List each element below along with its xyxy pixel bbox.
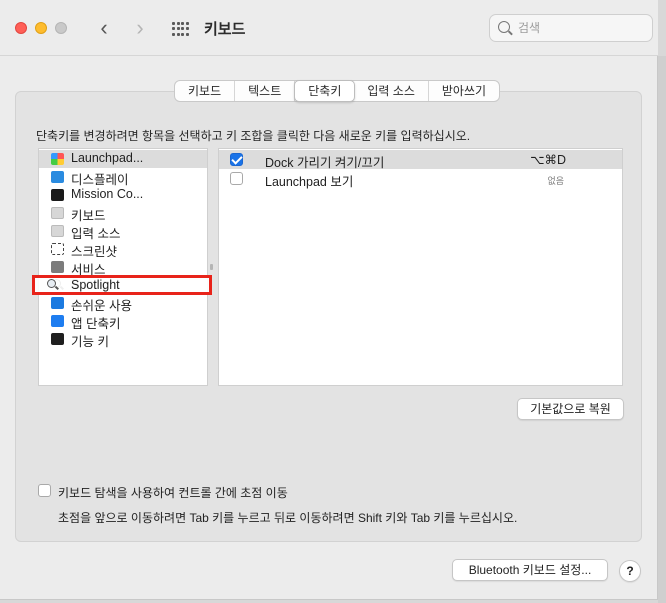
category-function-keys[interactable]: 기능 키 bbox=[39, 330, 207, 349]
spotlight-highlight-box: Spotlight bbox=[32, 275, 212, 295]
category-input-sources[interactable]: 입력 소스 bbox=[39, 222, 207, 241]
category-keyboard[interactable]: 키보드 bbox=[39, 204, 207, 223]
keyboard-navigation-description: 초점을 앞으로 이동하려면 Tab 키를 누르고 뒤로 이동하려면 Shift … bbox=[58, 511, 518, 525]
preferences-window: ‹ › 키보드 키보드 텍스트 단축키 입력 소스 받아쓰기 단축키를 변경하려… bbox=[0, 0, 658, 600]
shortcut-checkbox[interactable] bbox=[230, 153, 243, 166]
window-title: 키보드 bbox=[204, 21, 246, 38]
instructions-text: 단축키를 변경하려면 항목을 선택하고 키 조합을 클릭한 다음 새로운 키를 … bbox=[36, 129, 471, 143]
background-window-edge bbox=[658, 56, 666, 603]
shortcut-row[interactable]: Launchpad 보기 없음 bbox=[219, 169, 622, 189]
launchpad-icon bbox=[51, 153, 64, 165]
keyboard-navigation-label: 키보드 탐색을 사용하여 컨트롤 간에 초점 이동 bbox=[58, 486, 288, 500]
keyboard-icon bbox=[51, 207, 64, 219]
fn-key-icon bbox=[51, 333, 64, 345]
shortcut-list[interactable]: Dock 가리기 켜기/끄기 ⌥⌘D Launchpad 보기 없음 bbox=[218, 148, 623, 386]
app-store-icon bbox=[51, 315, 64, 327]
shortcut-key[interactable]: ⌥⌘D bbox=[530, 152, 566, 167]
category-label: Launchpad... bbox=[71, 151, 144, 165]
tab-dictation[interactable]: 받아쓰기 bbox=[429, 81, 499, 101]
bluetooth-keyboard-setup-button[interactable]: Bluetooth 키보드 설정... bbox=[452, 559, 608, 581]
screenshot-icon bbox=[51, 243, 64, 255]
close-button[interactable] bbox=[15, 22, 27, 34]
category-label: 기능 키 bbox=[71, 335, 109, 349]
input-source-icon bbox=[51, 225, 64, 237]
split-view-handle[interactable] bbox=[210, 264, 213, 270]
highlighted-category-label[interactable]: Spotlight bbox=[71, 278, 120, 292]
show-all-grid-icon[interactable] bbox=[172, 22, 189, 36]
category-services[interactable]: 서비스 bbox=[39, 258, 207, 277]
help-button[interactable]: ? bbox=[619, 560, 641, 582]
forward-chevron-icon[interactable]: › bbox=[128, 16, 152, 40]
title-bar: ‹ › 키보드 bbox=[0, 0, 658, 56]
tab-text[interactable]: 텍스트 bbox=[235, 81, 296, 101]
category-list[interactable]: Launchpad... 디스플레이 Mission Co... 키보드 입력 … bbox=[38, 148, 208, 386]
back-chevron-icon[interactable]: ‹ bbox=[92, 16, 116, 40]
search-input[interactable] bbox=[518, 19, 646, 37]
category-mission-control[interactable]: Mission Co... bbox=[39, 186, 207, 204]
accessibility-icon bbox=[51, 297, 64, 309]
keyboard-navigation-checkbox[interactable] bbox=[38, 484, 51, 497]
tab-input-sources[interactable]: 입력 소스 bbox=[354, 81, 429, 101]
shortcut-row[interactable]: Dock 가리기 켜기/끄기 ⌥⌘D bbox=[219, 150, 622, 170]
shortcut-checkbox[interactable] bbox=[230, 172, 243, 185]
search-field[interactable] bbox=[489, 14, 653, 42]
tab-keyboard[interactable]: 키보드 bbox=[175, 81, 236, 101]
category-label: Mission Co... bbox=[71, 187, 144, 201]
tab-shortcuts[interactable]: 단축키 bbox=[294, 80, 356, 102]
minimize-button[interactable] bbox=[35, 22, 47, 34]
shortcut-label: Launchpad 보기 bbox=[265, 175, 354, 189]
gear-icon bbox=[51, 261, 64, 273]
mission-control-icon bbox=[51, 189, 64, 201]
category-launchpad[interactable]: Launchpad... bbox=[39, 150, 207, 168]
shortcut-key[interactable]: 없음 bbox=[547, 174, 564, 187]
tab-bar: 키보드 텍스트 단축키 입력 소스 받아쓰기 bbox=[174, 80, 501, 102]
category-accessibility[interactable]: 손쉬운 사용 bbox=[39, 294, 207, 313]
spotlight-icon bbox=[46, 279, 59, 291]
category-app-shortcuts[interactable]: 앱 단축키 bbox=[39, 312, 207, 331]
display-icon bbox=[51, 171, 64, 183]
zoom-button[interactable] bbox=[55, 22, 67, 34]
category-screenshots[interactable]: 스크린샷 bbox=[39, 240, 207, 259]
restore-defaults-button[interactable]: 기본값으로 복원 bbox=[517, 398, 624, 420]
category-display[interactable]: 디스플레이 bbox=[39, 168, 207, 187]
search-icon bbox=[498, 21, 510, 33]
